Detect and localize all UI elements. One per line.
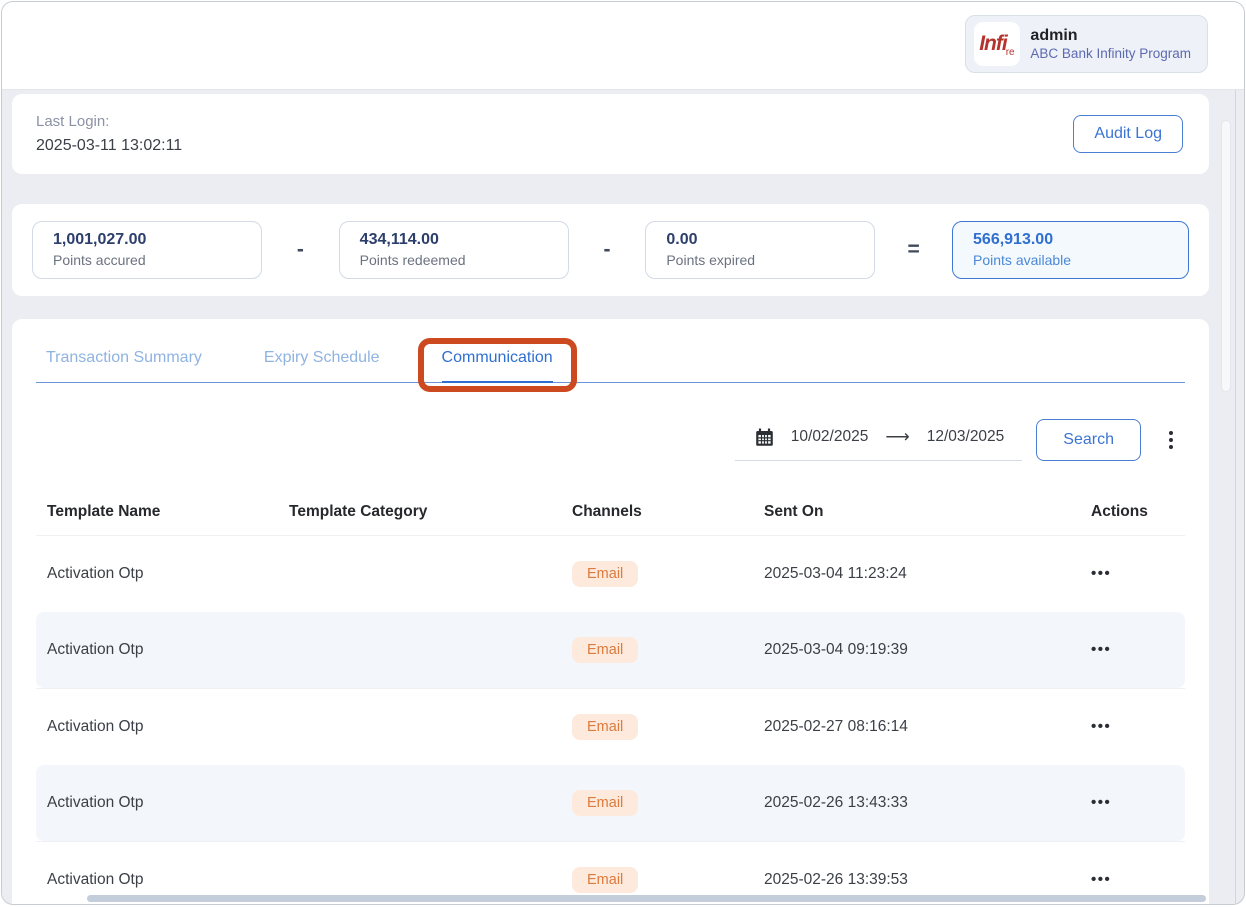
table-row: Activation Otp Email 2025-02-27 08:16:14… — [36, 688, 1185, 765]
cell-template-name: Activation Otp — [47, 717, 144, 735]
cell-sent-on: 2025-03-04 09:19:39 — [764, 641, 908, 659]
row-actions-icon[interactable]: ••• — [1091, 718, 1111, 735]
date-range-picker[interactable]: 10/02/2025 ⟶ 12/03/2025 — [734, 419, 1023, 461]
points-available-label: Points available — [973, 252, 1072, 268]
cell-sent-on: 2025-02-27 08:16:14 — [764, 717, 908, 735]
minus-operator: - — [603, 238, 611, 261]
table-row: Activation Otp Email 2025-03-04 11:23:24… — [36, 535, 1185, 612]
profile-program-name: ABC Bank Infinity Program — [1030, 46, 1191, 62]
points-redeemed-card: 434,114.00 Points redeemed — [338, 221, 569, 279]
logo-subtext: re — [1005, 46, 1015, 58]
tab-transaction-summary[interactable]: Transaction Summary — [46, 349, 202, 382]
channel-badge: Email — [572, 866, 639, 893]
filter-row: 10/02/2025 ⟶ 12/03/2025 Search — [36, 419, 1185, 461]
date-to-field[interactable]: 12/03/2025 — [927, 428, 1005, 446]
cell-channels: Email — [572, 560, 764, 587]
cell-sent-on: 2025-02-26 13:43:33 — [764, 794, 908, 812]
logo-text: Infi — [979, 32, 1007, 55]
last-login-label: Last Login: — [36, 113, 110, 130]
points-accrued-value: 1,001,027.00 — [53, 231, 147, 248]
cell-channels: Email — [572, 866, 764, 893]
details-card: Transaction Summary Expiry Schedule Comm… — [12, 319, 1209, 904]
last-login-info: Last Login: 2025-03-11 13:02:11 — [36, 113, 182, 155]
horizontal-scrollbar[interactable] — [87, 895, 1206, 902]
cell-actions: ••• — [1067, 565, 1185, 583]
date-range-arrow-icon: ⟶ — [885, 427, 910, 446]
table-row: Activation Otp Email 2025-02-26 13:43:33… — [36, 764, 1185, 841]
col-header-channels: Channels — [572, 503, 642, 520]
channel-badge: Email — [572, 790, 639, 817]
points-expired-value: 0.00 — [666, 231, 698, 248]
cell-channels: Email — [572, 637, 764, 664]
points-summary-card: 1,001,027.00 Points accured - 434,114.00… — [12, 204, 1209, 296]
cell-actions: ••• — [1067, 641, 1185, 659]
tab-communication-wrap: Communication — [417, 338, 577, 392]
cell-sent-on: 2025-03-04 11:23:24 — [764, 564, 907, 582]
user-profile-card[interactable]: Infi re admin ABC Bank Infinity Program — [965, 15, 1208, 73]
channel-badge: Email — [572, 560, 639, 587]
points-accrued-card: 1,001,027.00 Points accured — [32, 221, 262, 279]
last-login-card: Last Login: 2025-03-11 13:02:11 Audit Lo… — [12, 94, 1209, 174]
infi-logo: Infi re — [974, 22, 1021, 66]
points-expired-card: 0.00 Points expired — [645, 221, 876, 279]
row-actions-icon[interactable]: ••• — [1091, 871, 1111, 888]
audit-log-button[interactable]: Audit Log — [1073, 115, 1183, 153]
row-actions-icon[interactable]: ••• — [1091, 641, 1111, 658]
cell-channels: Email — [572, 790, 764, 817]
row-actions-icon[interactable]: ••• — [1091, 565, 1111, 582]
cell-template-name: Activation Otp — [47, 870, 144, 888]
communication-table: Template Name Template Category Channels… — [36, 489, 1185, 904]
cell-template-name: Activation Otp — [47, 564, 144, 582]
cell-actions: ••• — [1067, 871, 1185, 889]
points-accrued-label: Points accured — [53, 252, 146, 268]
channel-badge: Email — [572, 713, 639, 740]
tab-communication[interactable]: Communication — [441, 349, 553, 383]
points-available-value: 566,913.00 — [973, 231, 1054, 248]
profile-username: admin — [1030, 26, 1078, 44]
cell-sent-on: 2025-02-26 13:39:53 — [764, 870, 908, 888]
tab-expiry-schedule[interactable]: Expiry Schedule — [264, 349, 380, 382]
search-button[interactable]: Search — [1036, 419, 1141, 461]
cell-actions: ••• — [1067, 794, 1185, 812]
equals-operator: = — [907, 238, 920, 261]
tab-bar: Transaction Summary Expiry Schedule Comm… — [36, 338, 1185, 392]
col-header-template-category: Template Category — [289, 503, 428, 520]
cell-template-name: Activation Otp — [47, 641, 144, 659]
cell-actions: ••• — [1067, 718, 1185, 736]
col-header-template-name: Template Name — [47, 503, 161, 520]
top-header: Infi re admin ABC Bank Infinity Program — [2, 2, 1244, 90]
col-header-actions: Actions — [1091, 503, 1148, 520]
app-window: Infi re admin ABC Bank Infinity Program L… — [1, 1, 1245, 905]
points-expired-label: Points expired — [666, 252, 756, 268]
date-from-field[interactable]: 10/02/2025 — [791, 428, 869, 446]
calendar-icon[interactable] — [755, 428, 774, 447]
cell-template-name: Activation Otp — [47, 794, 144, 812]
channel-badge: Email — [572, 637, 639, 664]
points-available-card: 566,913.00 Points available — [952, 221, 1190, 279]
points-redeemed-label: Points redeemed — [359, 252, 466, 268]
profile-text: admin ABC Bank Infinity Program — [1030, 27, 1191, 61]
col-header-sent-on: Sent On — [764, 503, 824, 520]
table-header-row: Template Name Template Category Channels… — [36, 489, 1185, 535]
row-actions-icon[interactable]: ••• — [1091, 794, 1111, 811]
minus-operator: - — [296, 238, 304, 261]
cell-channels: Email — [572, 713, 764, 740]
kebab-menu-icon[interactable] — [1161, 427, 1181, 453]
last-login-value: 2025-03-11 13:02:11 — [36, 137, 183, 154]
points-redeemed-value: 434,114.00 — [359, 231, 439, 248]
vertical-scrollbar-thumb[interactable] — [1221, 120, 1231, 392]
page-content: Last Login: 2025-03-11 13:02:11 Audit Lo… — [2, 90, 1236, 904]
table-row: Activation Otp Email 2025-03-04 09:19:39… — [36, 611, 1185, 688]
